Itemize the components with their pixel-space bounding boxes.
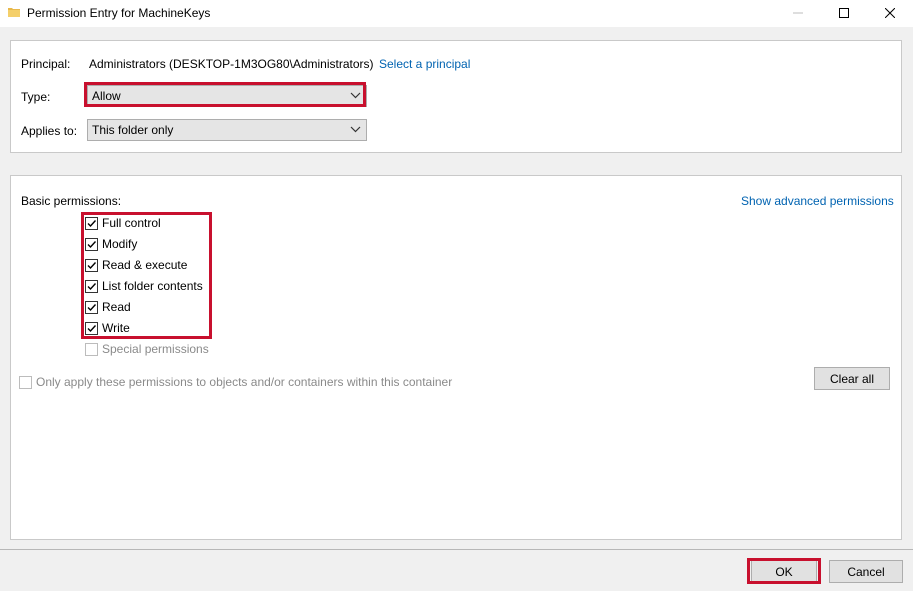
type-select[interactable]: Allow — [87, 85, 367, 107]
close-button[interactable] — [867, 0, 913, 27]
window-title: Permission Entry for MachineKeys — [27, 6, 211, 20]
folder-icon — [8, 6, 20, 18]
minimize-button[interactable] — [775, 0, 821, 27]
cancel-button[interactable]: Cancel — [829, 560, 903, 583]
principal-value: Administrators (DESKTOP-1M3OG80\Administ… — [89, 57, 374, 71]
permission-checkbox[interactable] — [85, 279, 98, 293]
applies-to-label: Applies to: — [21, 124, 78, 138]
chevron-down-icon — [350, 124, 361, 135]
show-advanced-permissions-link[interactable]: Show advanced permissions — [741, 194, 894, 208]
maximize-button[interactable] — [821, 0, 867, 27]
principal-label: Principal: — [21, 57, 71, 71]
permission-row[interactable]: Read & execute — [85, 256, 187, 274]
footer-divider — [0, 549, 913, 550]
permission-label: Write — [102, 321, 130, 335]
permission-label: Read & execute — [102, 258, 188, 272]
permission-label: Modify — [102, 237, 138, 251]
permission-label: Full control — [102, 216, 161, 230]
applies-to-select[interactable]: This folder only — [87, 119, 367, 141]
permission-row[interactable]: Read — [85, 298, 131, 316]
permission-checkbox[interactable] — [85, 237, 98, 251]
permission-checkbox[interactable] — [85, 258, 98, 272]
type-label: Type: — [21, 90, 51, 104]
permission-row[interactable]: List folder contents — [85, 277, 203, 295]
applies-to-select-value: This folder only — [92, 123, 174, 137]
permission-label: Read — [102, 300, 131, 314]
chevron-down-icon — [350, 90, 361, 101]
title-bar: Permission Entry for MachineKeys — [0, 0, 913, 27]
permission-label: List folder contents — [102, 279, 203, 293]
permission-row[interactable]: Special permissions — [85, 340, 209, 358]
permission-label: Special permissions — [102, 342, 209, 356]
select-principal-link[interactable]: Select a principal — [379, 57, 470, 71]
minimize-icon — [793, 7, 803, 21]
permission-checkbox[interactable] — [85, 342, 98, 356]
permission-checkbox[interactable] — [85, 300, 98, 314]
only-apply-label: Only apply these permissions to objects … — [36, 375, 453, 389]
basic-permissions-label: Basic permissions: — [21, 194, 122, 208]
permission-row[interactable]: Full control — [85, 214, 161, 232]
type-select-value: Allow — [92, 89, 121, 103]
ok-button[interactable]: OK — [751, 560, 817, 583]
permission-row[interactable]: Write — [85, 319, 130, 337]
permission-row[interactable]: Modify — [85, 235, 137, 253]
maximize-icon — [839, 7, 849, 21]
permission-checkbox[interactable] — [85, 321, 98, 335]
only-apply-checkbox-row[interactable]: Only apply these permissions to objects … — [19, 373, 452, 391]
only-apply-checkbox[interactable] — [19, 375, 32, 389]
permissions-panel: Basic permissions: Show advanced permiss… — [10, 175, 902, 540]
close-icon — [884, 7, 896, 21]
permission-checkbox[interactable] — [85, 216, 98, 230]
principal-panel: Principal: Administrators (DESKTOP-1M3OG… — [10, 40, 902, 153]
clear-all-button[interactable]: Clear all — [814, 367, 890, 390]
